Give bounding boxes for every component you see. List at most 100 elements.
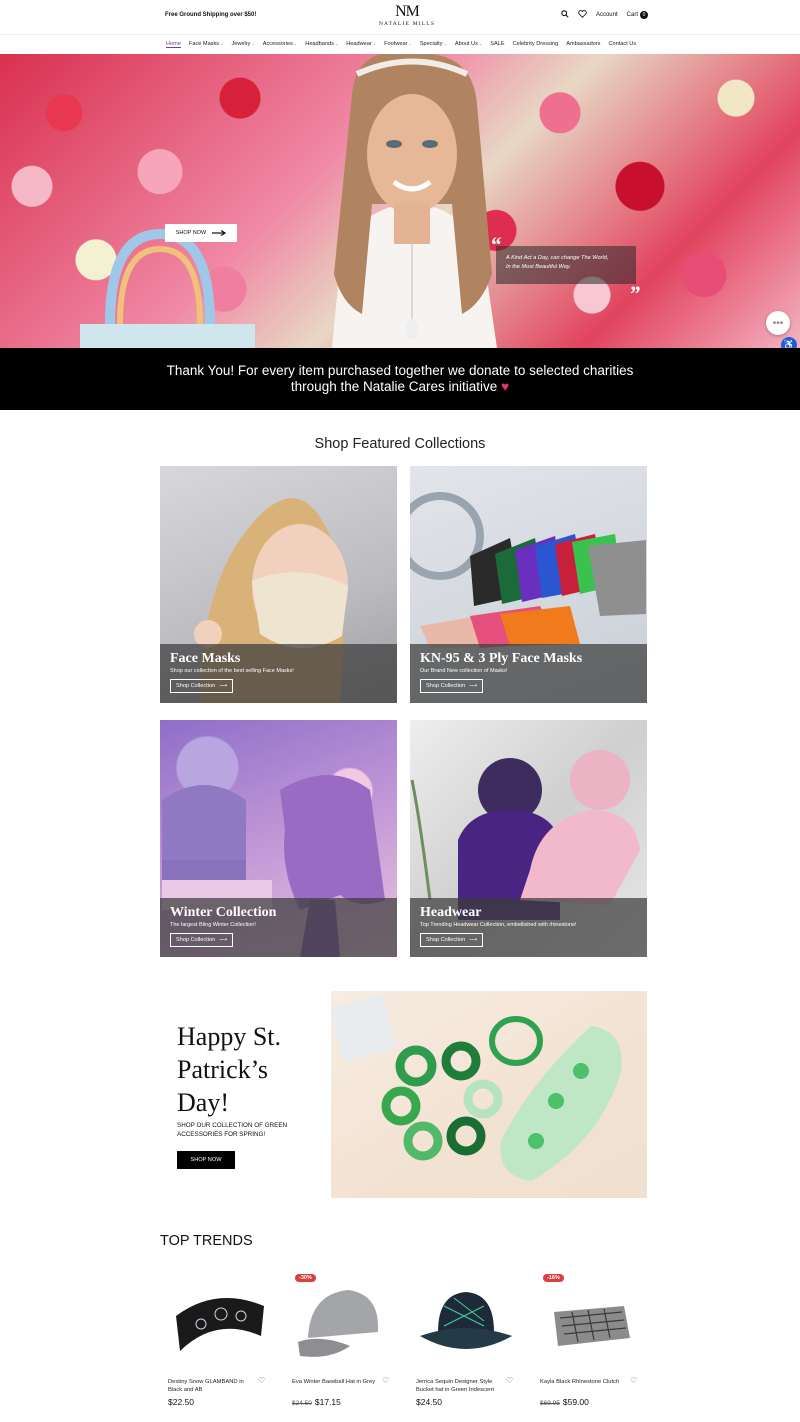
chevron-down-icon: ⌄: [334, 41, 339, 46]
price-current: $24.50: [416, 1397, 442, 1407]
tile-overlay: KN-95 & 3 Ply Face Masks Our Brand New c…: [410, 644, 647, 703]
promo-subtitle-line: SHOP OUR COLLECTION OF GREEN: [177, 1122, 288, 1129]
chevron-down-icon: ⌄: [443, 41, 447, 46]
chevron-down-icon: ⌄: [220, 41, 224, 46]
button-label: Shop Collection: [426, 937, 466, 943]
search-icon[interactable]: [561, 10, 569, 20]
product-image: [298, 1290, 379, 1357]
nav-item-specialty[interactable]: Specialty⌄: [420, 41, 447, 48]
product-card[interactable]: -16% Kayla Black Rhinestone Clutch ♡ $69…: [538, 1270, 650, 1420]
accessibility-icon[interactable]: ♿: [781, 337, 797, 348]
tile-title: Face Masks: [170, 651, 241, 666]
tile-subtitle: Top Trending Headwear Collection, embell…: [420, 922, 577, 928]
product-name[interactable]: Destiny Snow GLAMBAND in Black and AB: [168, 1378, 252, 1394]
collection-tile-kn95[interactable]: KN-95 & 3 Ply Face Masks Our Brand New c…: [410, 466, 647, 703]
price-original: $69.95: [540, 1400, 560, 1407]
product-price: $24.50: [416, 1397, 442, 1407]
top-trends-title: TOP TRENDS: [160, 1233, 253, 1249]
product-card[interactable]: -30% Eva Winter Baseball Hat in Grey ♡ $…: [290, 1270, 402, 1420]
product-image: [176, 1298, 264, 1351]
chevron-down-icon: ⌄: [251, 41, 255, 46]
tile-overlay: Headwear Top Trending Headwear Collectio…: [410, 898, 647, 957]
discount-badge: -16%: [543, 1274, 564, 1282]
wishlist-heart-icon[interactable]: ♡: [506, 1376, 513, 1385]
arrow-right-icon: [212, 230, 227, 236]
charity-line-2-wrap: through the Natalie Cares initiative ♥: [0, 379, 800, 395]
promo-shop-now-button[interactable]: SHOP NOW: [177, 1151, 235, 1169]
charity-banner: Thank You! For every item purchased toge…: [0, 348, 800, 410]
cart-link[interactable]: Cart 0: [627, 11, 648, 19]
top-bar: Free Ground Shipping over $50! NM NATALI…: [0, 0, 800, 34]
product-name[interactable]: Jerrica Sequin Designer Style Bucket hat…: [416, 1378, 500, 1394]
wishlist-heart-icon[interactable]: ♡: [258, 1376, 265, 1385]
nav-item-about-us[interactable]: About Us⌄: [455, 41, 482, 48]
chevron-down-icon: ⌄: [478, 41, 483, 46]
nav-item-footwear[interactable]: Footwear⌄: [384, 41, 412, 48]
product-card[interactable]: Destiny Snow GLAMBAND in Black and AB ♡ …: [166, 1270, 278, 1420]
nav-item-face-masks[interactable]: Face Masks⌄: [189, 41, 224, 48]
tile-overlay: Winter Collection The largest Bling Wint…: [160, 898, 397, 957]
tile-subtitle: Our Brand New collection of Masks!: [420, 668, 508, 674]
cart-count-badge: 0: [640, 11, 648, 19]
button-label: Shop Collection: [176, 683, 216, 689]
nav-item-home[interactable]: Home: [166, 41, 181, 48]
chevron-down-icon: ⌄: [408, 41, 412, 46]
shop-collection-button[interactable]: Shop Collection ⟶: [170, 679, 234, 693]
logo[interactable]: NM NATALIE MILLS: [376, 4, 438, 28]
collection-tile-headwear[interactable]: Headwear Top Trending Headwear Collectio…: [410, 720, 647, 957]
hero-banner[interactable]: SHOP NOW “ A Kind Act a Day, can change …: [0, 54, 800, 348]
shop-collection-button[interactable]: Shop Collection ⟶: [420, 933, 484, 947]
hero-shop-now-button[interactable]: SHOP NOW: [165, 224, 237, 242]
hero-quote: “ A Kind Act a Day, can change The World…: [490, 234, 640, 305]
collection-tile-face-masks[interactable]: Face Masks Shop our collection of the be…: [160, 466, 397, 703]
nav-item-jewelry[interactable]: Jewelry⌄: [231, 41, 254, 48]
price-current: $59.00: [562, 1397, 589, 1407]
nav-label: Accessories: [262, 41, 293, 47]
nav-item-accessories[interactable]: Accessories⌄: [263, 41, 298, 48]
wishlist-heart-icon[interactable]: [578, 10, 587, 20]
collection-tile-winter[interactable]: Winter Collection The largest Bling Wint…: [160, 720, 397, 957]
nav-item-sale[interactable]: SALE: [490, 41, 504, 48]
nav-item-contact-us[interactable]: Contact Us: [608, 41, 636, 48]
header-actions: Account Cart 0: [561, 10, 648, 20]
promo-title-line: Patrick’s: [177, 1055, 268, 1084]
product-name[interactable]: Kayla Black Rhinestone Clutch: [540, 1378, 624, 1386]
wishlist-heart-icon[interactable]: ♡: [630, 1376, 637, 1385]
nav-label: About Us: [454, 41, 478, 47]
charity-line-1: Thank You! For every item purchased toge…: [166, 363, 634, 378]
product-image: [554, 1306, 630, 1346]
promo-text-block: Happy St. Patrick’s Day! SHOP OUR COLLEC…: [177, 1020, 317, 1169]
account-link[interactable]: Account: [596, 12, 618, 18]
nav-item-headwear[interactable]: Headwear⌄: [346, 41, 376, 48]
product-name[interactable]: Eva Winter Baseball Hat in Grey: [292, 1378, 376, 1386]
shop-now-label: SHOP NOW: [175, 230, 207, 236]
button-label: Shop Collection: [176, 937, 216, 943]
promo-subtitle: SHOP OUR COLLECTION OF GREEN ACCESSORIES…: [177, 1121, 317, 1139]
product-card[interactable]: Jerrica Sequin Designer Style Bucket hat…: [414, 1270, 526, 1420]
tile-overlay: Face Masks Shop our collection of the be…: [160, 644, 397, 703]
promo-subtitle-line: ACCESSORIES FOR SPRING!: [177, 1131, 266, 1138]
promo-image[interactable]: [331, 991, 647, 1198]
nav-item-ambassadors[interactable]: Ambassadors: [566, 41, 600, 48]
tile-title: KN-95 & 3 Ply Face Masks: [420, 651, 583, 666]
green-accessories-image: [331, 994, 622, 1181]
cart-label: Cart: [626, 12, 638, 18]
shop-collection-button[interactable]: Shop Collection ⟶: [420, 679, 484, 693]
shipping-notice: Free Ground Shipping over $50!: [165, 12, 257, 18]
shop-collection-button[interactable]: Shop Collection ⟶: [170, 933, 234, 947]
main-nav: Home Face Masks⌄ Jewelry⌄ Accessories⌄ H…: [0, 34, 800, 54]
tile-subtitle: Shop our collection of the best selling …: [170, 668, 294, 674]
price-current: $17.15: [314, 1397, 341, 1407]
chevron-down-icon: ⌄: [372, 41, 377, 46]
arrow-right-icon: ⟶: [219, 683, 228, 689]
promo-title-line: Happy St.: [177, 1022, 281, 1051]
nav-label: Headbands: [305, 41, 334, 47]
arrow-right-icon: ⟶: [469, 683, 478, 689]
heart-icon: ♥: [501, 379, 510, 394]
nav-item-celebrity-dressing[interactable]: Celebrity Dressing: [513, 41, 559, 48]
product-image: [420, 1292, 512, 1349]
product-price: $69.95 $59.00: [540, 1397, 589, 1407]
chat-icon[interactable]: •••: [766, 311, 790, 335]
wishlist-heart-icon[interactable]: ♡: [382, 1376, 389, 1385]
nav-item-headbands[interactable]: Headbands⌄: [305, 41, 338, 48]
